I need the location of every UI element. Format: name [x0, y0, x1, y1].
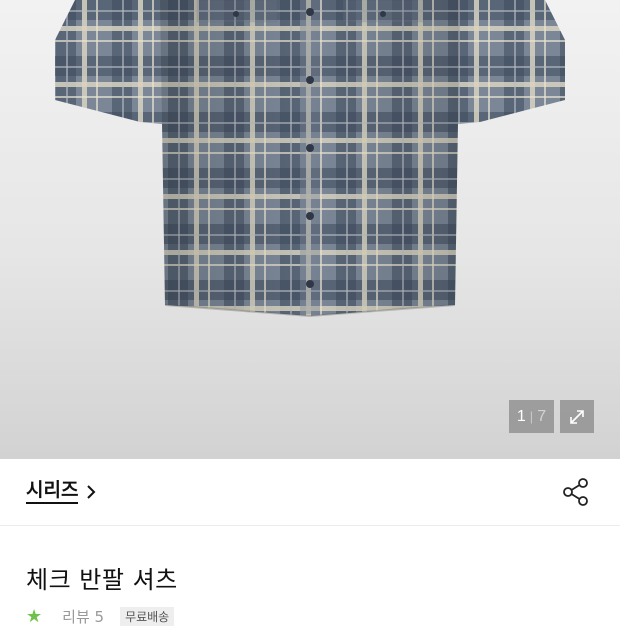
product-image[interactable] [0, 0, 620, 459]
expand-icon [570, 409, 584, 424]
product-image-gallery[interactable]: 1 | 7 [0, 0, 620, 459]
product-title: 체크 반팔 셔츠 [26, 566, 178, 594]
chevron-right-icon [86, 484, 96, 500]
image-counter: 1 | 7 [509, 400, 554, 433]
status-badge: 무료배송 [120, 606, 175, 626]
image-counter-total: 7 [537, 407, 547, 425]
series-link[interactable]: 시리즈 [26, 479, 96, 504]
review-count[interactable]: 리뷰 5 [62, 606, 104, 627]
rating-row[interactable]: ★ 리뷰 5 무료배송 [26, 605, 175, 627]
series-label: 시리즈 [26, 479, 79, 504]
share-icon [563, 478, 588, 506]
image-counter-separator: | [529, 409, 534, 424]
star-icon: ★ [26, 605, 43, 627]
share-button[interactable] [561, 477, 591, 507]
series-bar: 시리즈 [0, 459, 620, 526]
image-counter-current: 1 [516, 407, 526, 425]
expand-image-button[interactable] [560, 400, 594, 433]
